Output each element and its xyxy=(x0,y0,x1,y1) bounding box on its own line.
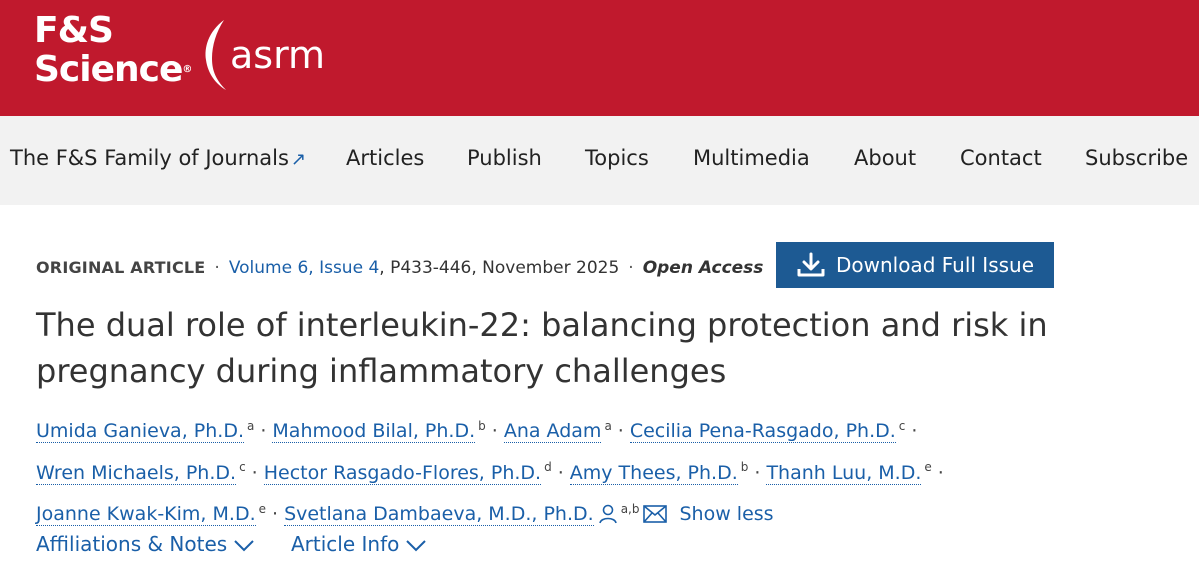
author-link[interactable]: Ana Adam xyxy=(503,420,602,444)
asrm-crescent-icon xyxy=(205,20,226,90)
nav-publish[interactable]: Publish xyxy=(467,146,542,170)
article-meta: ORIGINAL ARTICLE · Volume 6, Issue 4, P433… xyxy=(36,258,764,278)
nav-about[interactable]: About xyxy=(854,146,916,170)
pages-date: P433-446, November 2025 xyxy=(390,258,620,278)
affiliation-mark[interactable]: d xyxy=(544,460,552,474)
author-link[interactable]: Wren Michaels, Ph.D. xyxy=(36,461,237,485)
author-link[interactable]: Hector Rasgado-Flores, Ph.D. xyxy=(263,461,542,485)
nav-family-of-journals[interactable]: The F&S Family of Journals ↗ xyxy=(10,146,306,170)
meta-separator: · xyxy=(628,258,634,278)
download-full-issue-button[interactable]: Download Full Issue xyxy=(776,242,1054,288)
affiliation-mark[interactable]: b xyxy=(741,460,749,474)
author-link[interactable]: Cecilia Pena-Rasgado, Ph.D. xyxy=(629,420,896,444)
nav-subscribe[interactable]: Subscribe xyxy=(1085,146,1188,170)
nav-item-label: The F&S Family of Journals xyxy=(10,146,289,170)
affiliation-mark[interactable]: a,b xyxy=(621,502,640,516)
asrm-logo[interactable]: asrm xyxy=(204,18,325,92)
affiliation-mark[interactable]: c xyxy=(899,419,906,433)
author-link[interactable]: Thanh Luu, M.D. xyxy=(766,461,922,485)
author-list: Umida Ganieva, Ph.D. a · Mahmood Bilal, Ph.… xyxy=(36,419,944,526)
chevron-down-icon xyxy=(406,539,427,551)
affiliation-mark[interactable]: c xyxy=(239,460,246,474)
download-button-label: Download Full Issue xyxy=(835,253,1035,277)
affiliation-mark[interactable]: e xyxy=(259,502,266,516)
site-header: F&S Science® asrm xyxy=(0,0,1199,116)
author-link[interactable]: Umida Ganieva, Ph.D. xyxy=(36,420,244,444)
download-icon xyxy=(797,252,825,277)
affiliation-mark[interactable]: b xyxy=(478,419,486,433)
open-access-label: Open Access xyxy=(642,258,764,278)
article-info-label: Article Info xyxy=(291,532,400,556)
author-link[interactable]: Joanne Kwak-Kim, M.D. xyxy=(36,502,256,526)
article-title: The dual role of interleukin-22: balanci… xyxy=(36,306,1048,390)
show-less-toggle[interactable]: Show less xyxy=(679,503,773,525)
main-nav: The F&S Family of Journals ↗ Articles Pub… xyxy=(0,116,1199,205)
affiliation-mark[interactable]: a xyxy=(247,419,254,433)
affiliations-notes-toggle[interactable]: Affiliations & Notes xyxy=(36,532,255,556)
author-link[interactable]: Svetlana Dambaeva, M.D., Ph.D. xyxy=(284,502,594,526)
nav-articles[interactable]: Articles xyxy=(346,146,424,170)
nav-topics[interactable]: Topics xyxy=(585,146,649,170)
external-link-icon: ↗ xyxy=(290,149,307,170)
author-link[interactable]: Amy Thees, Ph.D. xyxy=(569,461,738,485)
fs-science-logo[interactable]: F&S Science® xyxy=(34,12,192,90)
nav-contact[interactable]: Contact xyxy=(960,146,1042,170)
brand-line2: Science xyxy=(34,49,183,90)
meta-separator: · xyxy=(214,258,220,278)
volume-issue-link[interactable]: Volume 6, Issue 4 xyxy=(229,258,379,278)
nav-multimedia[interactable]: Multimedia xyxy=(693,146,810,170)
email-icon[interactable] xyxy=(643,505,668,524)
article-info-toggle[interactable]: Article Info xyxy=(291,532,427,556)
affiliations-label: Affiliations & Notes xyxy=(36,532,228,556)
brand-line1: F&S xyxy=(34,10,114,51)
registered-mark: ® xyxy=(182,64,193,75)
chevron-down-icon xyxy=(234,539,254,551)
affiliation-mark[interactable]: a xyxy=(604,419,611,433)
article-type: ORIGINAL ARTICLE xyxy=(36,258,206,277)
author-link[interactable]: Mahmood Bilal, Ph.D. xyxy=(272,420,476,444)
person-icon[interactable] xyxy=(598,504,618,524)
asrm-logo-text: asrm xyxy=(230,33,326,77)
affiliation-mark[interactable]: e xyxy=(924,460,931,474)
